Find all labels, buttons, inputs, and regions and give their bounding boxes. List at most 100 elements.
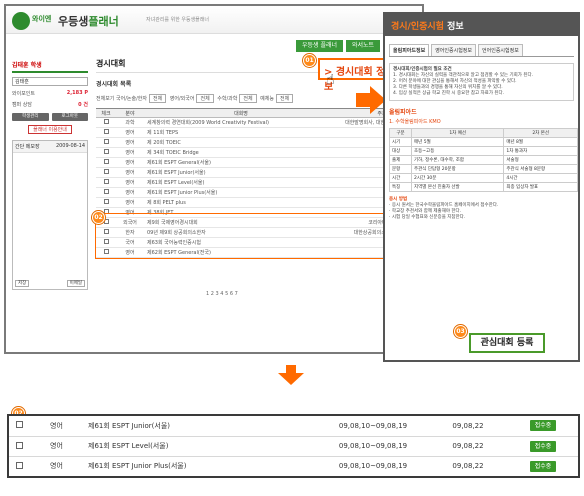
checkbox-icon[interactable] (15, 421, 23, 429)
olympiad-cell: 대상 (389, 146, 412, 156)
checkbox-icon[interactable] (103, 169, 109, 174)
checkbox-icon[interactable] (103, 179, 109, 184)
nav-notes[interactable]: 와서노트 (346, 40, 381, 52)
row-checkbox[interactable] (96, 177, 116, 188)
col-name: 대회명 (144, 108, 338, 118)
highlight-rows-box (95, 213, 425, 259)
zoom-contest-name[interactable]: 제61회 ESPT Level(서울) (84, 436, 318, 457)
table-row[interactable]: 영어 제61회 ESPT Junior(서울) (96, 167, 422, 178)
olympiad-cell: 4시간 (503, 173, 578, 183)
table-row[interactable]: 영어 제 34회 TOEIC Bridge (96, 147, 422, 158)
checkbox-icon[interactable] (103, 189, 109, 194)
tab-english-cert[interactable]: 영어인증시험정보 (431, 44, 477, 56)
filter-english-select[interactable]: 전체 (196, 94, 214, 103)
student-manage-button[interactable]: 학생관리 (12, 113, 49, 121)
table-row[interactable]: 영어 제 20회 TOEIC (96, 137, 422, 148)
table-row[interactable]: 영어 제 11회 TEPS (96, 127, 422, 138)
zoom-exam-date: 09,08,22 (428, 436, 508, 457)
row-checkbox[interactable] (96, 137, 116, 148)
nav-planner[interactable]: 우등생 플래너 (296, 40, 344, 52)
memo-box[interactable]: 간단 메모장 2009-08-14 저장 이메일 (12, 140, 88, 290)
table-row[interactable]: 영어 제61회 ESPT General(서울) (96, 157, 422, 168)
row-contest-name[interactable]: 제 11회 TEPS (144, 127, 338, 138)
olympiad-cell: 2시간 30분 (410, 173, 505, 183)
consult-row: 캠퍼 상담 0 건 (12, 101, 88, 108)
olympiad-cell: 출제 (389, 155, 412, 165)
zoomed-table: 영어 제61회 ESPT Junior(서울) 09,08,10~09,08,19 0… (9, 416, 578, 476)
zoom-checkbox[interactable] (9, 456, 29, 476)
row-checkbox[interactable] (96, 187, 116, 198)
checkbox-icon[interactable] (103, 139, 109, 144)
zoom-row[interactable]: 영어 제61회 ESPT Junior Plus(서울) 09,08,10~09,0… (9, 456, 578, 476)
zoom-checkbox[interactable] (9, 436, 29, 457)
olympiad-cell: 기하, 정수론, 대수학, 조합 (410, 155, 505, 165)
table-row[interactable]: 과학 세계창의력 경연대회(2009 World Creativity Festi… (96, 117, 422, 128)
zoom-row[interactable]: 영어 제61회 ESPT Junior(서울) 09,08,10~09,08,19 0… (9, 416, 578, 437)
row-checkbox[interactable] (96, 117, 116, 128)
student-select[interactable]: 김태훈 (12, 77, 88, 86)
row-contest-name[interactable]: 세계창의력 경연대회(2009 World Creativity Festiva… (144, 117, 338, 128)
olympiad-row: 출제 기하, 정수론, 대수학, 조합 서술형 (389, 155, 578, 165)
left-buttons: 학생관리 로그아웃 (12, 113, 88, 121)
checkbox-icon[interactable] (103, 119, 109, 124)
brand-prefix: 우등생 (58, 15, 89, 28)
table-row[interactable]: 영어 제61회 ESPT Level(서울) (96, 177, 422, 188)
zoom-contest-name[interactable]: 제61회 ESPT Junior(서울) (84, 416, 318, 437)
apply-button[interactable]: 접수중 (530, 440, 556, 452)
apply-button[interactable]: 접수중 (530, 420, 556, 432)
zoom-row[interactable]: 영어 제61회 ESPT Level(서울) 09,08,10~09,08,19 09… (9, 436, 578, 457)
zoom-field: 영어 (50, 462, 63, 471)
row-checkbox[interactable] (96, 127, 116, 138)
planner-guide-link[interactable]: 플래너 이용안내 (28, 125, 72, 134)
filter-arts-select[interactable]: 전체 (275, 94, 294, 103)
olympiad-row: 대상 초등~고등 1차 통과자 (389, 146, 578, 156)
col-field: 분야 (116, 108, 144, 118)
filter-english: 영어/외국어 (169, 96, 195, 102)
apply-button[interactable]: 접수중 (530, 460, 556, 472)
row-field: 영어 (116, 167, 144, 178)
point-row: 와이포인트 2,183 P (12, 90, 88, 97)
filter-math-select[interactable]: 전체 (239, 94, 257, 103)
row-contest-name[interactable]: 제61회 ESPT General(서울) (144, 157, 338, 168)
student-heading: 김태훈 학생 (12, 58, 88, 73)
filter-korean-select[interactable]: 전체 (148, 94, 167, 103)
register-interest-button[interactable]: 관심대회 등록 (469, 333, 545, 353)
filter-all[interactable]: 전체보기 (96, 96, 114, 102)
olympiad-cell: 매년 8월 (503, 137, 578, 147)
olympiad-col-round2: 2차 본선 (503, 128, 578, 138)
row-contest-name[interactable]: 제61회 ESPT Junior(서울) (144, 167, 338, 178)
checkbox-icon[interactable] (15, 461, 23, 469)
table-row[interactable]: 영어 제 8회 PELT plus (96, 197, 422, 208)
row-checkbox[interactable] (96, 157, 116, 168)
row-checkbox[interactable] (96, 147, 116, 158)
checkbox-icon[interactable] (103, 149, 109, 154)
row-contest-name[interactable]: 제 8회 PELT plus (144, 197, 338, 208)
checkbox-icon[interactable] (15, 441, 23, 449)
tab-language-cert[interactable]: 언어인증시험정보 (478, 44, 523, 56)
zoom-field: 영어 (29, 416, 84, 437)
memo-save-button[interactable]: 저장 (15, 280, 30, 287)
checkbox-icon[interactable] (103, 129, 109, 134)
pagination[interactable]: 1 2 3 4 5 6 7 (206, 291, 238, 297)
row-contest-name[interactable]: 제61회 ESPT Level(서울) (144, 177, 338, 188)
row-checkbox[interactable] (96, 167, 116, 178)
checkbox-icon[interactable] (103, 199, 109, 204)
olympiad-cell: 시간 (389, 173, 412, 183)
tab-olympiad[interactable]: 올림피아드정보 (389, 44, 430, 56)
zoom-checkbox[interactable] (9, 416, 29, 437)
checkbox-icon[interactable] (103, 159, 109, 164)
hand-cursor-icon: ☝ (326, 72, 335, 88)
logout-button[interactable]: 로그아웃 (51, 113, 88, 121)
olympiad-rows: 시기 매년 5월 매년 8월 대상 초등~고등 1차 통과자 출제 기하, 정수론, 대수학,… (389, 137, 578, 192)
table-row[interactable]: 영어 제61회 ESPT Junior Plus(서울) (96, 187, 422, 198)
row-contest-name[interactable]: 제 34회 TOEIC Bridge (144, 147, 338, 158)
row-checkbox[interactable] (96, 197, 116, 208)
zoom-contest-name[interactable]: 제61회 ESPT Junior Plus(서울) (84, 456, 318, 476)
olympiad-row: 시기 매년 5월 매년 8월 (389, 137, 578, 147)
filter-korean: 국어/논술/한자 (116, 96, 147, 102)
filter-math: 수학/과학 (217, 96, 238, 102)
memo-email-button[interactable]: 이메일 (66, 280, 85, 287)
row-contest-name[interactable]: 제 20회 TOEIC (144, 137, 338, 148)
row-contest-name[interactable]: 제61회 ESPT Junior Plus(서울) (144, 187, 338, 198)
zoom-period: 09,08,10~09,08,19 (338, 462, 408, 471)
